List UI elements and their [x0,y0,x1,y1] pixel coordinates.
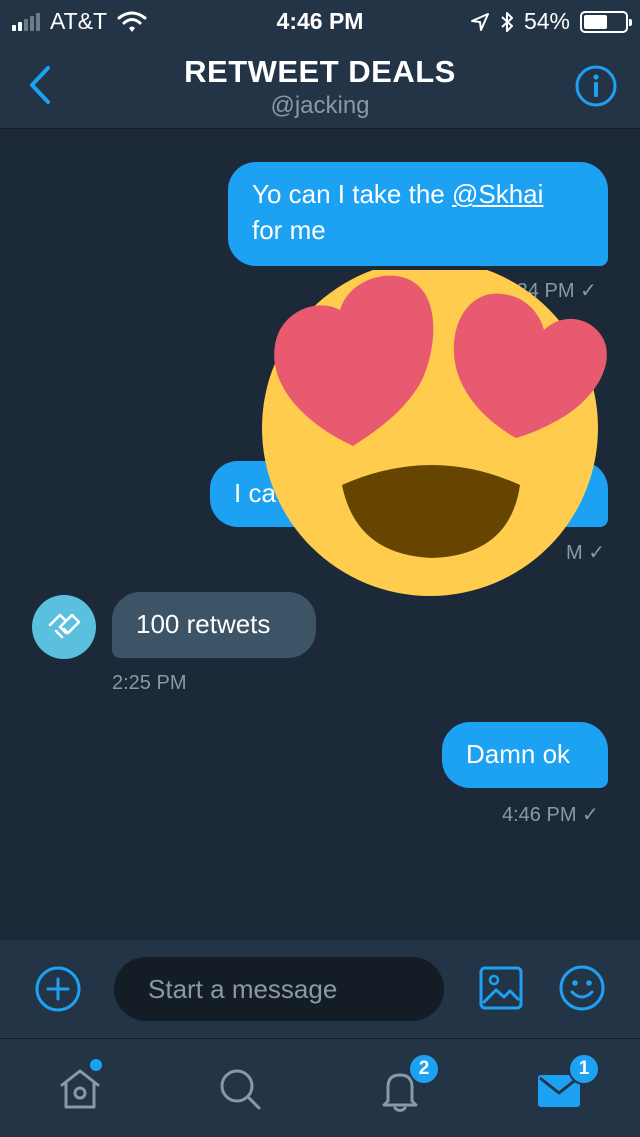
add-icon[interactable] [34,965,82,1013]
message-text: 100 retwets [136,609,271,639]
message-bubble-incoming[interactable]: 100 retwets [112,592,316,658]
tab-notifications[interactable]: 2 [374,1053,440,1115]
location-arrow-icon [470,12,489,31]
tab-home[interactable] [54,1057,106,1115]
tab-bar: 2 1 [0,1038,640,1137]
message-text: for me [252,215,326,245]
search-icon [220,1069,261,1110]
message-input[interactable]: Start a message [114,957,444,1021]
status-bar: AT&T 4:46 PM 54% [0,0,640,40]
emoji-icon[interactable] [558,964,606,1012]
battery-icon [580,10,632,33]
page-title: RETWEET DEALS [184,54,456,89]
message-text: Yo can I take the [252,179,452,209]
info-icon[interactable] [574,64,618,108]
avatar[interactable] [32,595,96,659]
conversation-header: RETWEET DEALS @jacking [0,40,640,129]
mention-link[interactable]: @Skhai [452,179,543,209]
message-timestamp: 2:25 PM [112,672,187,694]
message-bubble-outgoing[interactable]: Yo can I take the @Skhai for me [228,162,608,266]
tab-search[interactable] [214,1063,266,1115]
status-right-group: 54% [470,8,632,35]
messages-badge: 1 [568,1053,600,1085]
battery-percent: 54% [523,8,570,34]
notification-badge: 2 [408,1053,440,1085]
message-input-placeholder: Start a message [148,974,338,1004]
message-timestamp: 4:46 PM ✓ [502,804,599,826]
bluetooth-icon [501,11,513,32]
heart-eyes-emoji [262,270,607,596]
message-bubble-outgoing[interactable]: Damn ok [442,722,608,788]
tab-messages[interactable]: 1 [534,1053,600,1115]
conversation-handle: @jacking [270,92,370,119]
message-text: Damn ok [466,739,571,769]
image-icon[interactable] [478,965,524,1011]
handshake-icon [48,613,81,639]
notification-dot [88,1057,104,1073]
message-composer: Start a message [0,940,640,1038]
